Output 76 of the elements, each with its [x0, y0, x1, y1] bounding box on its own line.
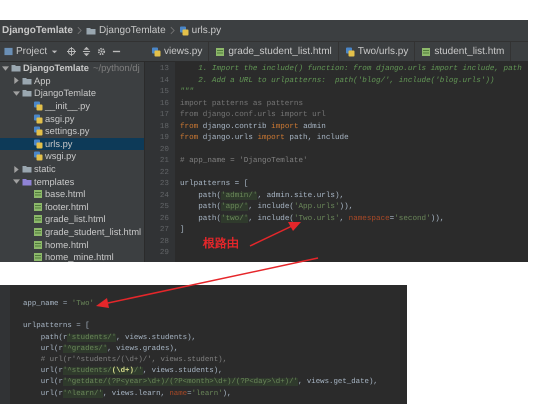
project-dropdown[interactable]: Project	[2, 46, 62, 57]
editor-tab[interactable]: grade_student_list.html	[209, 42, 339, 61]
expanded-arrow-icon[interactable]	[13, 90, 20, 97]
html-file-icon	[33, 252, 43, 262]
folder-icon	[22, 176, 32, 187]
breadcrumb[interactable]: DjangoTemlate	[86, 25, 166, 36]
tree-item[interactable]: base.html	[0, 188, 144, 201]
tree-item[interactable]: wsgi.py	[0, 150, 144, 163]
folder-icon	[22, 76, 32, 86]
html-file-icon	[421, 46, 432, 56]
tree-item[interactable]: DjangoTemlate	[0, 87, 144, 100]
tree-item[interactable]: static	[0, 162, 144, 176]
python-file-icon	[33, 126, 43, 136]
annotation-text: 根路由	[203, 235, 239, 252]
python-file-icon	[151, 46, 161, 56]
file-name: footer.html	[45, 202, 88, 212]
tree-item[interactable]: grade_student_list.html	[0, 226, 144, 238]
annotation-arrow	[250, 222, 301, 247]
expanded-arrow-icon[interactable]	[13, 178, 20, 186]
file-name: grade_student_list.html	[45, 227, 142, 238]
editor-tab[interactable]: Two/urls.py	[338, 42, 416, 61]
file-name: base.html	[45, 189, 86, 200]
file-name: DjangoTemlate	[34, 88, 96, 98]
python-file-icon	[33, 114, 43, 124]
file-name: wsgi.py	[45, 151, 76, 162]
tree-item[interactable]: footer.html	[0, 200, 144, 214]
breadcrumb[interactable]: DjangoTemlate	[2, 25, 73, 36]
tree-item[interactable]: grade_list.html	[0, 213, 144, 226]
tree-item[interactable]: settings.py	[0, 124, 144, 138]
tree-item[interactable]: urls.py	[0, 138, 144, 150]
tree-item[interactable]: DjangoTemlate ~/python/dj	[0, 62, 144, 75]
file-name: settings.py	[45, 126, 90, 136]
python-file-icon	[344, 46, 355, 56]
html-file-icon	[215, 46, 226, 56]
tree-item[interactable]: App	[0, 74, 144, 88]
tree-item[interactable]: asgi.py	[0, 112, 144, 125]
breadcrumb[interactable]: urls.py	[178, 25, 222, 36]
python-file-icon	[178, 26, 189, 36]
window-icon	[4, 47, 13, 56]
folder-icon	[11, 63, 21, 74]
folder-icon	[22, 164, 32, 174]
python-file-icon	[33, 151, 43, 162]
file-name: grade_list.html	[45, 214, 106, 224]
python-file-icon	[33, 101, 43, 112]
file-name: home.html	[45, 240, 88, 250]
file-name: static	[34, 164, 56, 174]
file-name: App	[34, 76, 51, 86]
collapsed-arrow-icon[interactable]	[13, 166, 20, 173]
breadcrumb-separator-icon	[76, 26, 82, 35]
project-path: ~/python/dj	[92, 62, 140, 74]
tree-item[interactable]: home.html	[0, 238, 144, 251]
html-file-icon	[33, 240, 43, 250]
expand-collapse-icon[interactable]	[82, 47, 92, 56]
editor-tab[interactable]: views.py	[145, 42, 210, 61]
folder-icon	[86, 26, 96, 36]
html-file-icon	[33, 227, 43, 238]
file-name: urls.py	[45, 138, 72, 149]
collapsed-arrow-icon[interactable]	[13, 77, 20, 84]
file-name: DjangoTemlate	[23, 63, 89, 74]
file-name: asgi.py	[45, 114, 74, 124]
tree-item[interactable]: __init__.py	[0, 100, 144, 112]
tree-item[interactable]: templates	[0, 175, 144, 188]
file-name: __init__.py	[45, 101, 90, 112]
settings-icon[interactable]	[97, 47, 106, 56]
file-name: home_mine.html	[45, 252, 114, 262]
python-file-icon	[33, 138, 43, 149]
folder-icon	[22, 88, 32, 98]
crosshair-icon[interactable]	[67, 47, 76, 56]
tree-item[interactable]: home_mine.html	[0, 250, 144, 262]
expanded-arrow-icon[interactable]	[2, 64, 9, 72]
breadcrumb-separator-icon	[170, 26, 175, 35]
editor-tab[interactable]: student_list.htm	[415, 42, 512, 61]
html-file-icon	[33, 189, 43, 200]
file-name: templates	[34, 176, 74, 187]
html-file-icon	[33, 202, 43, 212]
html-file-icon	[33, 214, 43, 224]
